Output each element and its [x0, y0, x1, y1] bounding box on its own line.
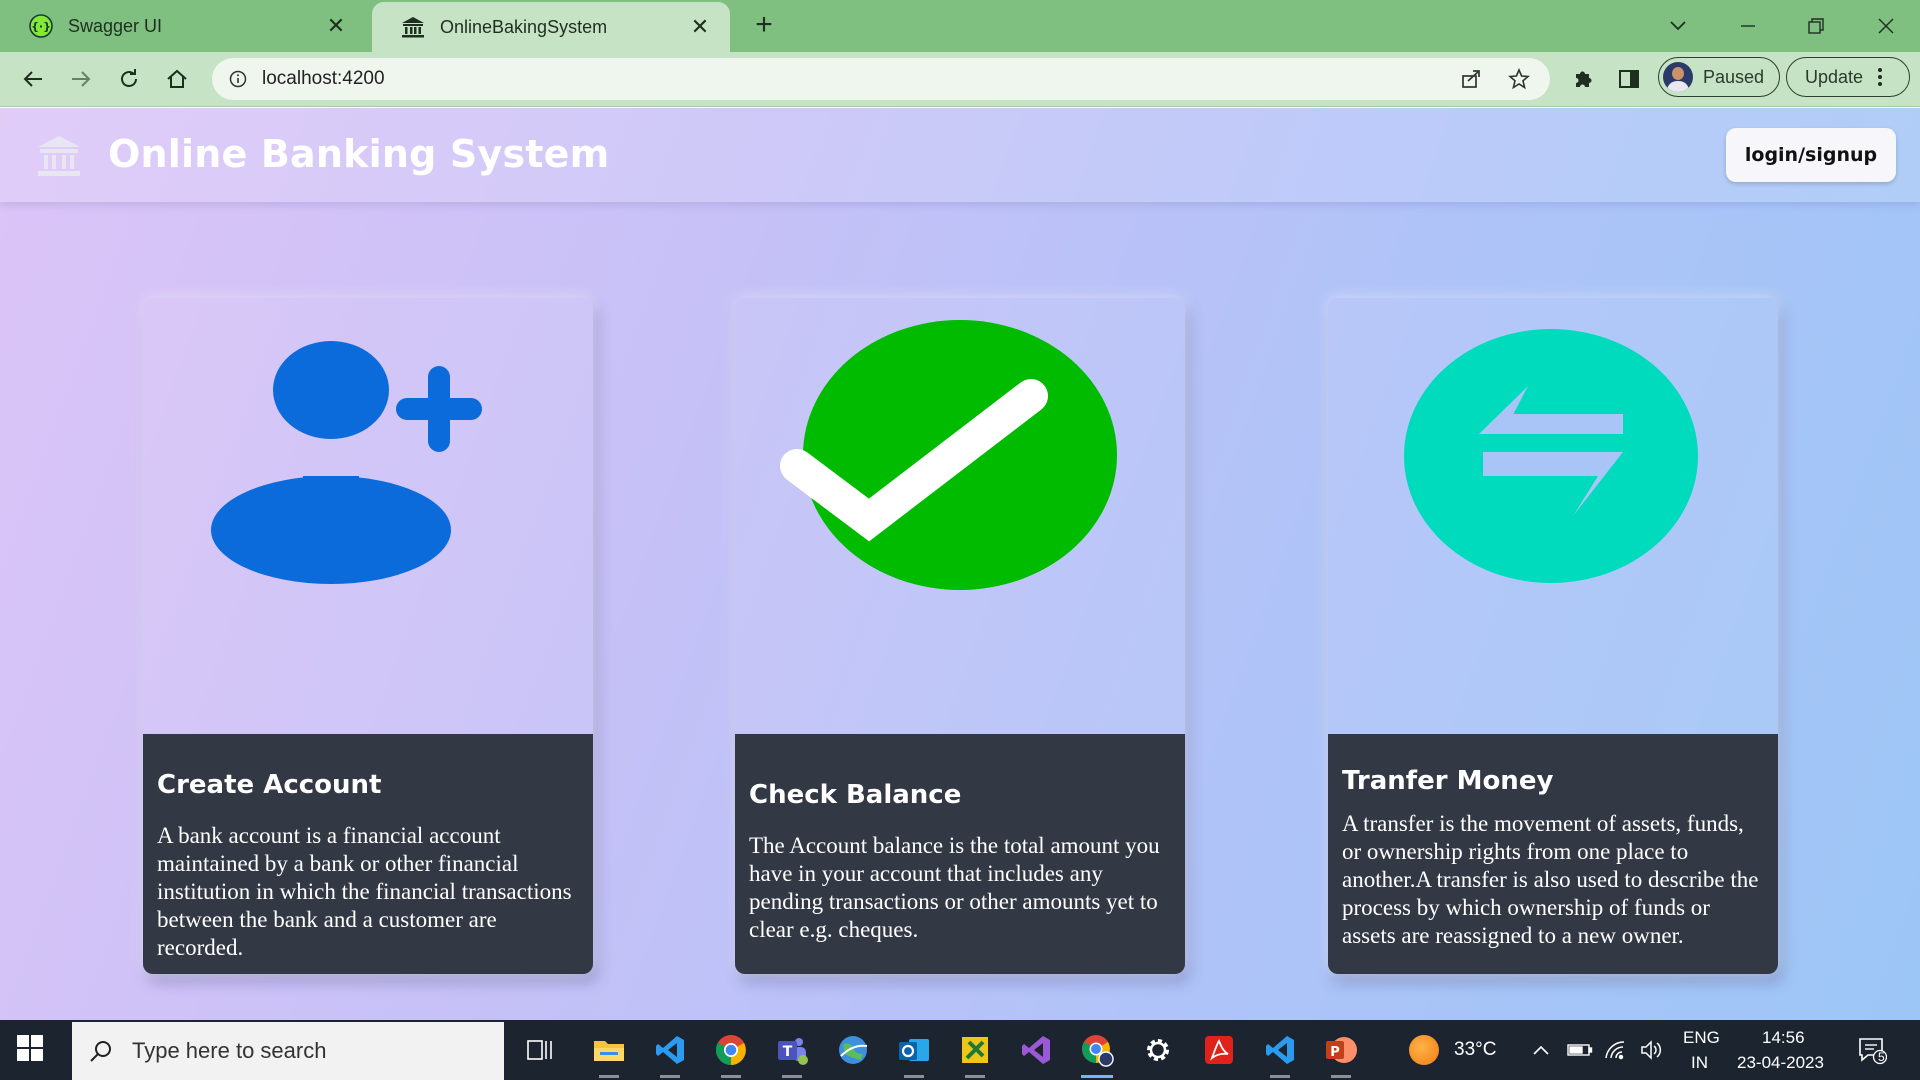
- restore-icon[interactable]: [1796, 8, 1836, 44]
- wifi-icon[interactable]: [1600, 1030, 1632, 1070]
- browser-toolbar: localhost:4200 Paused Update: [0, 52, 1920, 107]
- card-body: Tranfer Money A transfer is the movement…: [1328, 734, 1778, 974]
- windows-taskbar: Type here to search T P 33°C ENG IN 14:5…: [0, 1020, 1920, 1080]
- card-image: [1328, 298, 1778, 734]
- transfer-money-card[interactable]: Tranfer Money A transfer is the movement…: [1328, 298, 1778, 974]
- tab-strip: {·} Swagger UI ✕ OnlineBakingSystem ✕ +: [0, 0, 1920, 52]
- vscode-icon[interactable]: [650, 1030, 690, 1078]
- file-explorer-icon[interactable]: [589, 1030, 629, 1078]
- battery-icon[interactable]: [1564, 1030, 1596, 1070]
- address-bar[interactable]: localhost:4200: [212, 58, 1550, 100]
- close-tab-icon[interactable]: ✕: [322, 12, 350, 40]
- app-title[interactable]: Online Banking System: [108, 132, 609, 176]
- kebab-menu-icon[interactable]: [1877, 67, 1883, 87]
- tab-online-banking[interactable]: OnlineBakingSystem ✕: [372, 2, 730, 52]
- windows-start-icon[interactable]: [16, 1034, 48, 1066]
- url-text[interactable]: localhost:4200: [262, 68, 1454, 90]
- app-header: Online Banking System login/signup: [0, 108, 1920, 202]
- task-view-icon[interactable]: [520, 1030, 560, 1070]
- extensions-puzzle-icon[interactable]: [1566, 62, 1600, 96]
- card-image: [735, 298, 1185, 734]
- visual-studio-icon[interactable]: [1016, 1030, 1056, 1070]
- check-balance-card[interactable]: Check Balance The Account balance is the…: [735, 298, 1185, 974]
- acrobat-icon[interactable]: [1199, 1030, 1239, 1070]
- card-body: Check Balance The Account balance is the…: [735, 734, 1185, 974]
- side-panel-icon[interactable]: [1612, 62, 1646, 96]
- globe-app-icon[interactable]: [833, 1030, 873, 1070]
- clock-time[interactable]: 14:56: [1762, 1028, 1805, 1048]
- chrome-icon[interactable]: [711, 1030, 751, 1078]
- tab-title: Swagger UI: [68, 15, 163, 36]
- reload-icon[interactable]: [112, 62, 146, 96]
- back-arrow-icon[interactable]: [16, 62, 50, 96]
- share-icon[interactable]: [1454, 62, 1488, 96]
- new-tab-button[interactable]: +: [748, 10, 780, 42]
- tab-swagger-ui[interactable]: {·} Swagger UI ✕: [0, 0, 366, 52]
- tab-search-chevron-icon[interactable]: [1658, 8, 1698, 44]
- tool-app-icon[interactable]: [955, 1030, 995, 1078]
- card-description: The Account balance is the total amount …: [749, 833, 1160, 942]
- card-title: Tranfer Money: [1342, 766, 1554, 796]
- page-content: Online Banking System login/signup Creat…: [0, 108, 1920, 1020]
- search-icon: [86, 1036, 116, 1066]
- card-description: A bank account is a financial account ma…: [157, 823, 572, 960]
- card-image: [143, 298, 593, 734]
- volume-icon[interactable]: [1636, 1030, 1668, 1070]
- minimize-icon[interactable]: [1728, 8, 1768, 44]
- notification-count: 5: [1878, 1050, 1885, 1064]
- add-user-icon: [211, 341, 482, 584]
- card-title: Create Account: [157, 770, 382, 800]
- card-body: Create Account A bank account is a finan…: [143, 734, 593, 974]
- card-description: A transfer is the movement of assets, fu…: [1342, 811, 1759, 948]
- tab-title: OnlineBakingSystem: [440, 16, 608, 37]
- notifications-icon[interactable]: 5: [1852, 1030, 1892, 1070]
- outlook-icon[interactable]: [894, 1030, 934, 1078]
- forward-arrow-icon[interactable]: [64, 62, 98, 96]
- transfer-icon: [1404, 329, 1698, 583]
- vscode-2-icon[interactable]: [1260, 1030, 1300, 1078]
- weather-temperature[interactable]: 33°C: [1454, 1039, 1496, 1061]
- tray-chevron-up-icon[interactable]: [1526, 1030, 1556, 1070]
- close-tab-icon[interactable]: ✕: [686, 13, 714, 41]
- language-region[interactable]: IN: [1691, 1053, 1708, 1073]
- site-info-icon[interactable]: [226, 67, 250, 91]
- check-circle-icon: [780, 320, 1117, 590]
- profile-button[interactable]: Paused: [1658, 57, 1780, 97]
- home-icon[interactable]: [160, 62, 194, 96]
- clock-date[interactable]: 23-04-2023: [1737, 1053, 1824, 1073]
- update-label: Update: [1805, 66, 1864, 87]
- update-button[interactable]: Update: [1786, 57, 1910, 97]
- card-title: Check Balance: [749, 780, 962, 810]
- powerpoint-icon[interactable]: P: [1321, 1030, 1361, 1078]
- bookmark-star-icon[interactable]: [1502, 62, 1536, 96]
- language-code[interactable]: ENG: [1683, 1028, 1720, 1048]
- close-window-icon[interactable]: [1866, 8, 1906, 44]
- settings-gear-icon[interactable]: [1138, 1030, 1178, 1070]
- teams-icon[interactable]: T: [772, 1030, 812, 1078]
- svg-text:P: P: [1330, 1045, 1340, 1060]
- create-account-card[interactable]: Create Account A bank account is a finan…: [143, 298, 593, 974]
- svg-text:{·}: {·}: [31, 20, 51, 33]
- search-placeholder: Type here to search: [132, 1038, 327, 1063]
- swagger-icon: {·}: [28, 13, 54, 39]
- weather-sun-icon[interactable]: [1404, 1030, 1444, 1070]
- svg-text:T: T: [783, 1044, 793, 1060]
- chrome-profile-icon[interactable]: [1077, 1030, 1117, 1078]
- login-signup-button[interactable]: login/signup: [1726, 128, 1896, 182]
- profile-status: Paused: [1703, 66, 1765, 87]
- avatar: [1663, 62, 1693, 92]
- bank-icon: [400, 14, 426, 40]
- bank-logo-icon: [36, 134, 82, 178]
- taskbar-search[interactable]: Type here to search: [72, 1022, 504, 1080]
